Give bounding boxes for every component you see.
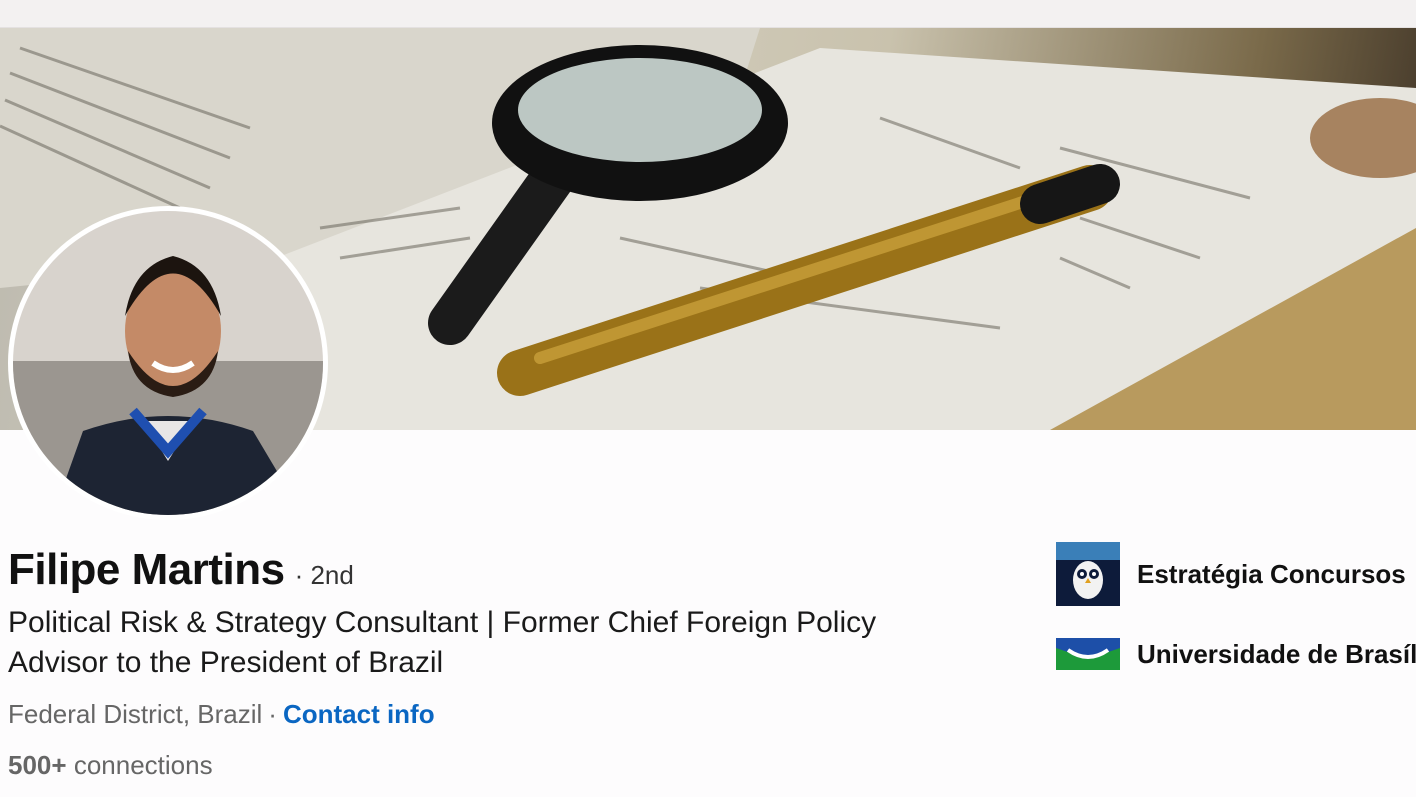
owl-logo-icon bbox=[1056, 542, 1120, 606]
experience-company-name: Estratégia Concursos bbox=[1137, 558, 1406, 589]
education-school-name: Universidade de Brasília bbox=[1137, 638, 1416, 669]
separator-dot: · bbox=[268, 699, 277, 729]
browser-top-bar bbox=[0, 0, 1416, 28]
profile-name: Filipe Martins bbox=[8, 545, 285, 594]
connections-count: 500+ bbox=[8, 750, 67, 780]
experience-item-estrategia[interactable]: Estratégia Concursos bbox=[1056, 542, 1406, 606]
profile-photo[interactable] bbox=[8, 206, 328, 520]
university-flag-logo-icon bbox=[1056, 638, 1120, 670]
education-item-unb[interactable]: Universidade de Brasília bbox=[1056, 638, 1416, 670]
connections-row[interactable]: 500+ connections bbox=[8, 750, 213, 781]
connection-degree: · 2nd bbox=[294, 560, 354, 590]
connections-label: connections bbox=[73, 750, 213, 780]
name-row: Filipe Martins · 2nd bbox=[8, 545, 354, 595]
contact-info-link[interactable]: Contact info bbox=[283, 699, 435, 729]
profile-location: Federal District, Brazil bbox=[8, 699, 263, 729]
profile-headline: Political Risk & Strategy Consultant | F… bbox=[8, 606, 877, 679]
profile-avatar bbox=[13, 211, 323, 515]
location-row: Federal District, Brazil · Contact info bbox=[8, 699, 435, 730]
